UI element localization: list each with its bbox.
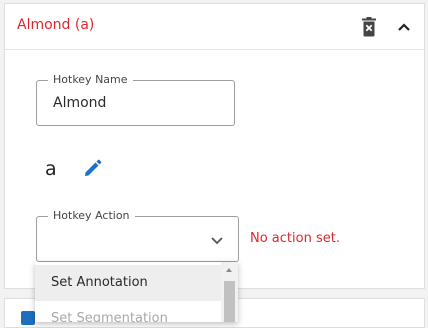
dropdown-scrollbar[interactable]: [221, 262, 238, 322]
panel-title: Almond (a): [17, 17, 95, 33]
pencil-icon[interactable]: [81, 158, 103, 180]
chevron-up-icon[interactable]: [395, 18, 413, 36]
action-error-message: No action set.: [250, 231, 340, 246]
hotkey-name-field[interactable]: Hotkey Name Almond: [36, 72, 235, 126]
panel-checkbox[interactable]: [21, 311, 35, 325]
scroll-thumb[interactable]: [224, 281, 235, 322]
hotkey-name-value[interactable]: Almond: [53, 95, 106, 111]
hotkey-action-select[interactable]: Hotkey Action: [36, 208, 239, 262]
chevron-down-icon[interactable]: [210, 232, 224, 246]
hotkey-letter: a: [45, 158, 57, 180]
panel-header[interactable]: Almond (a): [5, 4, 424, 50]
trash-icon[interactable]: [360, 17, 378, 37]
hotkey-name-label: Hotkey Name: [48, 72, 133, 88]
dropdown-option-set-segmentation[interactable]: Set Segmentation: [35, 301, 221, 322]
hotkey-action-label: Hotkey Action: [48, 208, 135, 224]
scroll-up-arrow-icon[interactable]: [226, 268, 232, 272]
hotkey-panel: Almond (a) Hotkey Name Almond a Hotkey A…: [4, 3, 425, 289]
action-dropdown-menu: Set Annotation Set Segmentation: [35, 262, 238, 322]
dropdown-option-set-annotation[interactable]: Set Annotation: [35, 265, 221, 301]
